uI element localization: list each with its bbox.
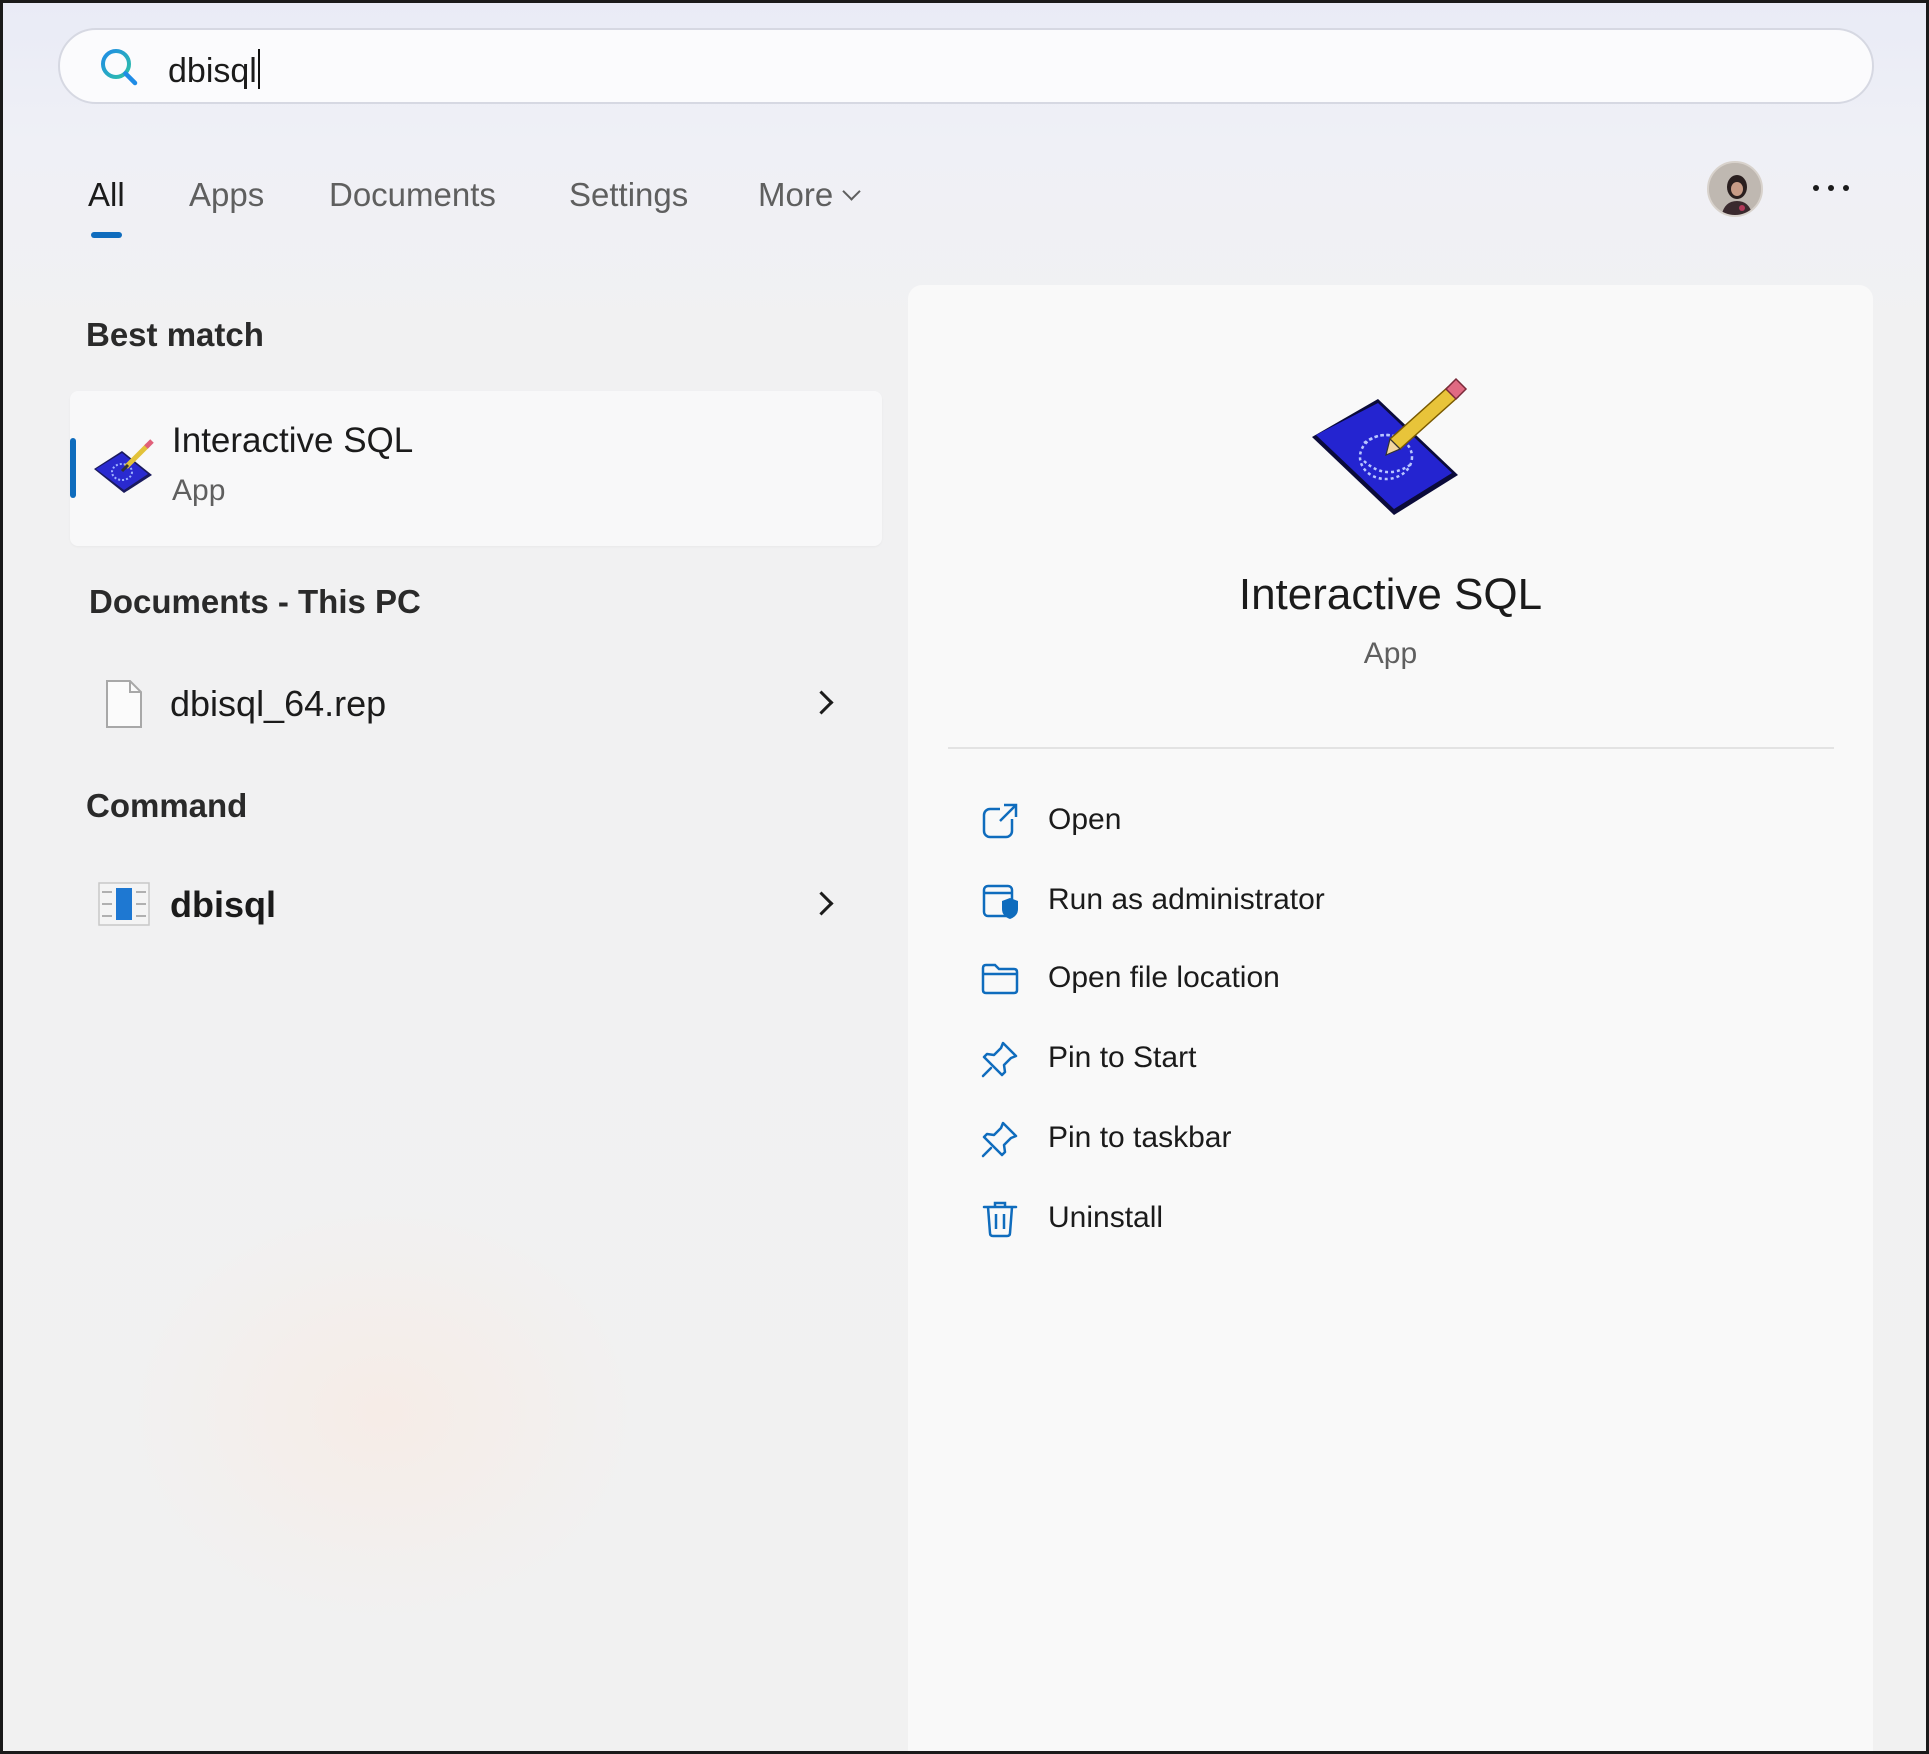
detail-subtitle: App [1363, 637, 1418, 670]
pin-icon [981, 1041, 1018, 1078]
detail-panel: Interactive SQL App Open Run as administ… [908, 285, 1873, 1751]
avatar[interactable] [1707, 161, 1763, 217]
interactive-sql-icon [94, 439, 154, 493]
chevron-right-icon[interactable] [809, 891, 834, 916]
command-result-row[interactable]: dbisql [70, 866, 882, 946]
text-caret [257, 49, 260, 89]
best-match-heading: Best match [86, 316, 264, 353]
detail-title: Interactive SQL [1238, 570, 1543, 619]
action-open-file-location-label: Open file location [1048, 961, 1280, 994]
document-result-label: dbisql_64.rep [170, 683, 387, 724]
action-pin-to-taskbar-label: Pin to taskbar [1048, 1121, 1232, 1154]
tab-documents[interactable]: Documents [329, 173, 496, 217]
file-icon [106, 680, 142, 728]
document-result-row[interactable]: dbisql_64.rep [70, 665, 882, 745]
tab-more[interactable]: More [758, 173, 861, 217]
search-box[interactable]: dbisql [58, 28, 1874, 104]
divider [948, 747, 1834, 749]
action-open-file-location[interactable]: Open file location [948, 945, 1448, 1015]
action-uninstall[interactable]: Uninstall [948, 1185, 1448, 1255]
user-photo-icon [1709, 163, 1761, 215]
search-icon [101, 49, 138, 86]
action-run-as-administrator[interactable]: Run as administrator [948, 867, 1448, 937]
chevron-down-icon [842, 182, 861, 201]
tab-apps[interactable]: Apps [189, 173, 264, 217]
selection-indicator [70, 438, 76, 498]
search-window: dbisql All Apps Documents Settings More … [0, 0, 1929, 1754]
command-heading: Command [86, 787, 248, 824]
best-match-title: Interactive SQL [172, 421, 414, 460]
action-uninstall-label: Uninstall [1048, 1201, 1164, 1234]
tab-all[interactable]: All [88, 173, 125, 217]
shield-admin-icon [982, 884, 1018, 919]
active-tab-indicator [91, 232, 122, 238]
open-external-icon [982, 803, 1018, 839]
folder-icon [981, 963, 1019, 995]
action-open[interactable]: Open [948, 787, 1448, 857]
command-result-label: dbisql [170, 884, 276, 925]
tab-more-label: More [758, 176, 834, 213]
command-icon [98, 882, 150, 926]
chevron-right-icon[interactable] [809, 690, 834, 715]
action-run-as-administrator-label: Run as administrator [1048, 883, 1325, 916]
trash-icon [982, 1201, 1018, 1238]
documents-heading: Documents - This PC [89, 583, 421, 620]
action-pin-to-start-label: Pin to Start [1048, 1041, 1197, 1074]
interactive-sql-large-icon [1312, 377, 1468, 515]
pin-icon [981, 1121, 1018, 1158]
more-options-icon[interactable] [1809, 173, 1853, 203]
action-pin-to-taskbar[interactable]: Pin to taskbar [948, 1105, 1448, 1175]
best-match-subtitle: App [172, 474, 226, 507]
tab-settings[interactable]: Settings [569, 173, 688, 217]
search-input[interactable]: dbisql [168, 49, 260, 90]
action-pin-to-start[interactable]: Pin to Start [948, 1025, 1448, 1095]
best-match-result[interactable]: Interactive SQL App [70, 391, 882, 546]
action-open-label: Open [1048, 803, 1122, 836]
